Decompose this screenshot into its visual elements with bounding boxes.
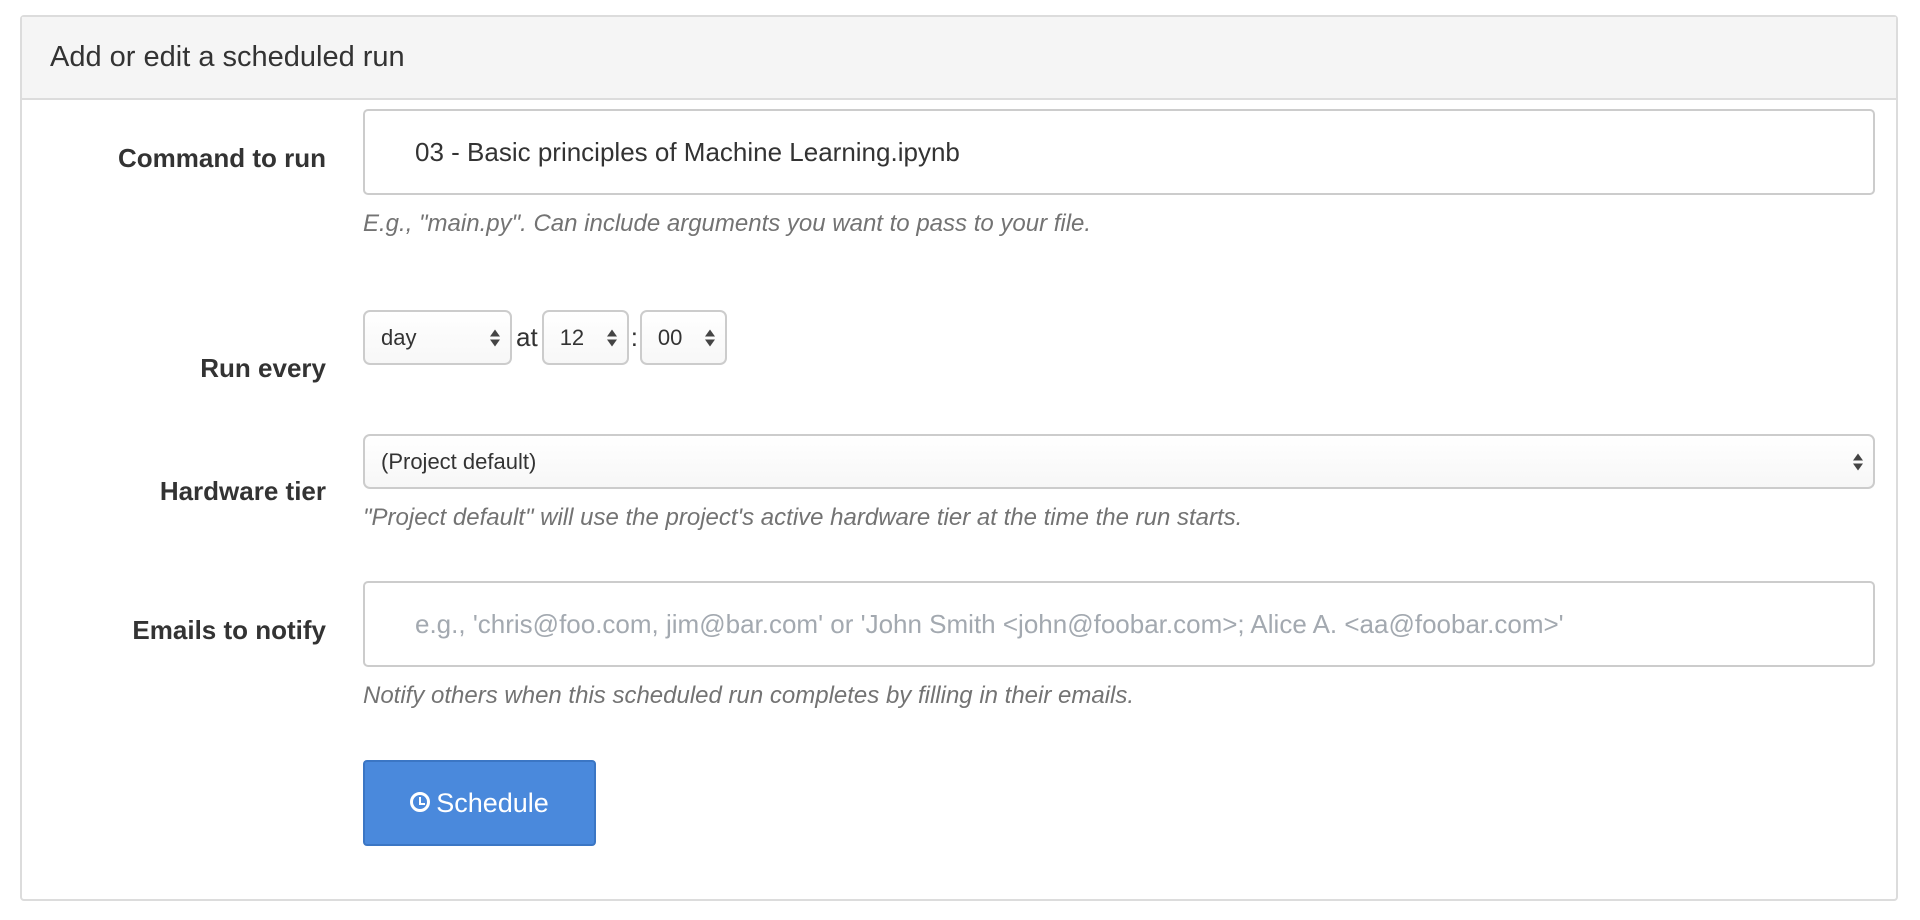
select-arrows-icon <box>1853 453 1863 470</box>
run-every-control: day at 12 : 00 <box>363 310 1875 365</box>
hardware-select[interactable]: (Project default) <box>363 434 1875 489</box>
hour-select[interactable]: 12 <box>541 310 629 365</box>
emails-label: Emails to notify <box>132 615 326 645</box>
at-text: at <box>516 322 538 352</box>
run-every-label: Run every <box>200 353 326 383</box>
command-help: E.g., "main.py". Can include arguments y… <box>363 210 1092 237</box>
command-input-value: 03 - Basic principles of Machine Learnin… <box>415 136 960 167</box>
command-control: 03 - Basic principles of Machine Learnin… <box>363 109 1875 238</box>
hardware-label: Hardware tier <box>159 476 326 506</box>
minute-select-value: 00 <box>657 324 683 350</box>
schedule-button-label: Schedule <box>436 787 549 818</box>
panel-title: Add or edit a scheduled run <box>50 41 405 73</box>
emails-input-placeholder: e.g., 'chris@foo.com, jim@bar.com' or 'J… <box>415 608 1564 639</box>
minute-select[interactable]: 00 <box>639 310 727 365</box>
hour-select-value: 12 <box>559 324 585 350</box>
hardware-control: (Project default) "Project default" will… <box>363 434 1875 532</box>
clock-icon <box>410 792 431 812</box>
emails-control: e.g., 'chris@foo.com, jim@bar.com' or 'J… <box>363 581 1875 710</box>
select-arrows-icon <box>490 329 500 346</box>
hardware-help: "Project default" will use the project's… <box>363 504 1243 531</box>
time-colon: : <box>630 322 638 352</box>
period-select[interactable]: day <box>363 310 512 365</box>
select-arrows-icon <box>606 329 617 346</box>
period-select-value: day <box>381 324 417 350</box>
select-arrows-icon <box>704 329 715 346</box>
hardware-select-value: (Project default) <box>381 448 537 474</box>
panel-header: Add or edit a scheduled run <box>22 17 1896 100</box>
emails-help: Notify others when this scheduled run co… <box>363 682 1135 709</box>
command-label: Command to run <box>118 143 326 173</box>
actions-control: Schedule <box>363 760 1875 846</box>
schedule-button[interactable]: Schedule <box>363 760 596 846</box>
command-input[interactable]: 03 - Basic principles of Machine Learnin… <box>363 109 1875 195</box>
scheduled-run-panel: Add or edit a scheduled run Command to r… <box>20 15 1898 901</box>
emails-input[interactable]: e.g., 'chris@foo.com, jim@bar.com' or 'J… <box>363 581 1875 667</box>
run-every-line: day at 12 : 00 <box>363 310 1875 365</box>
